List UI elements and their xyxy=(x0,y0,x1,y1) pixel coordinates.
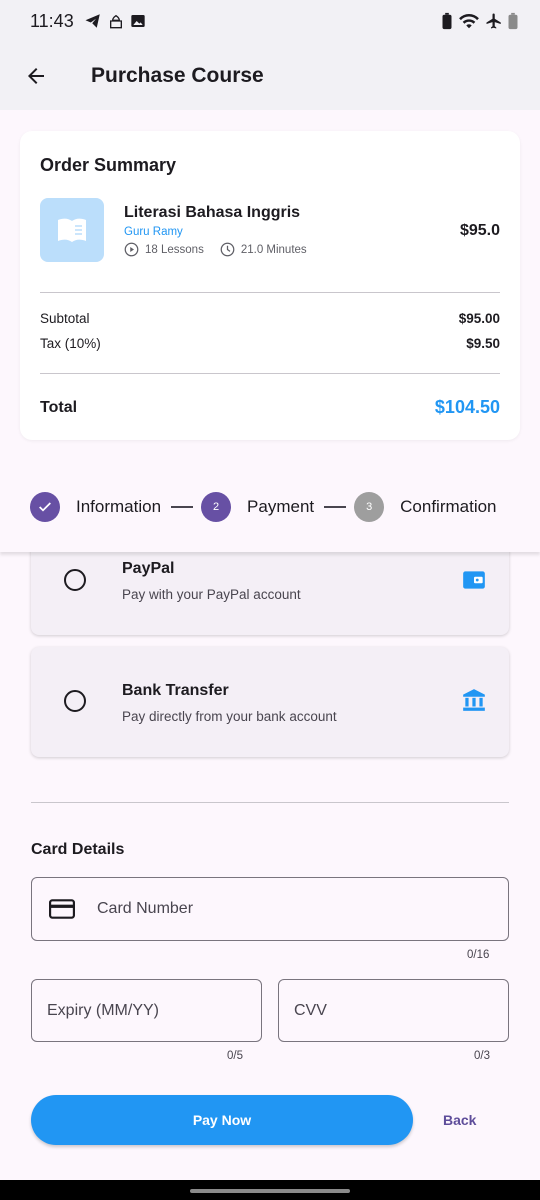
status-time: 11:43 xyxy=(30,10,74,31)
tax-value: $9.50 xyxy=(466,336,500,351)
order-summary-card: Order Summary Literasi Bahasa Inggris Gu… xyxy=(20,131,520,440)
telegram-icon xyxy=(85,14,100,28)
expiry-field[interactable]: Expiry (MM/YY) xyxy=(31,979,262,1042)
payment-option-bank-transfer[interactable]: Bank Transfer Pay directly from your ban… xyxy=(31,647,509,757)
cvv-counter: 0/3 xyxy=(474,1050,490,1062)
course-teacher: Guru Ramy xyxy=(124,226,183,238)
summary-divider xyxy=(40,373,500,374)
page-title: Purchase Course xyxy=(91,64,264,87)
course-price: $95.0 xyxy=(459,222,500,239)
check-icon xyxy=(39,502,51,512)
back-arrow-button[interactable] xyxy=(16,56,56,96)
card-number-counter: 0/16 xyxy=(467,949,490,961)
back-button[interactable]: Back xyxy=(443,1112,476,1128)
expiry-counter: 0/5 xyxy=(227,1050,243,1062)
clock-icon xyxy=(220,242,235,257)
paypal-subtitle: Pay with your PayPal account xyxy=(122,587,301,602)
course-thumbnail xyxy=(40,198,104,262)
pay-now-button[interactable]: Pay Now xyxy=(31,1095,413,1145)
subtotal-value: $95.00 xyxy=(458,311,500,326)
expiry-placeholder: Expiry (MM/YY) xyxy=(47,1001,159,1019)
book-icon xyxy=(58,218,86,242)
order-summary-title: Order Summary xyxy=(40,155,177,175)
subtotal-label: Subtotal xyxy=(40,311,90,326)
total-value: $104.50 xyxy=(434,397,500,417)
card-details-title: Card Details xyxy=(31,841,125,858)
home-gesture-handle[interactable] xyxy=(190,1189,350,1193)
card-number-field[interactable]: Card Number xyxy=(31,877,509,941)
arrow-back-icon xyxy=(28,68,44,84)
paypal-title: PayPal xyxy=(122,560,175,577)
step-1-completed[interactable] xyxy=(30,492,60,522)
step-1-label: Information xyxy=(76,497,162,516)
tax-label: Tax (10%) xyxy=(40,336,101,351)
mosque-icon xyxy=(109,14,122,29)
step-2-active[interactable]: 2 xyxy=(201,492,232,522)
app-bar: Purchase Course xyxy=(0,42,540,110)
battery-saver-icon xyxy=(442,12,452,30)
checkout-stepper: Information 2 Payment 3 Confirmation xyxy=(0,462,540,552)
credit-card-icon xyxy=(49,899,75,919)
battery-icon xyxy=(508,12,518,30)
system-nav-bar xyxy=(0,1180,540,1200)
course-meta: 18 Lessons 21.0 Minutes xyxy=(124,242,307,257)
wallet-icon xyxy=(463,571,485,589)
step-connector xyxy=(171,506,194,508)
step-connector xyxy=(324,506,347,508)
cvv-field[interactable]: CVV xyxy=(278,979,509,1042)
total-label: Total xyxy=(40,399,78,416)
play-circle-icon xyxy=(124,242,139,257)
step-2-label: Payment xyxy=(247,497,315,516)
cvv-placeholder: CVV xyxy=(294,1001,327,1019)
course-lessons: 18 Lessons xyxy=(145,243,204,256)
summary-divider xyxy=(40,292,500,293)
wifi-icon xyxy=(459,13,479,29)
card-number-placeholder: Card Number xyxy=(97,900,194,917)
paypal-radio[interactable] xyxy=(64,569,86,591)
image-icon xyxy=(131,15,145,27)
step-3-inactive[interactable]: 3 xyxy=(354,492,385,522)
bank-transfer-subtitle: Pay directly from your bank account xyxy=(122,709,337,724)
bank-transfer-radio[interactable] xyxy=(64,690,86,712)
bank-transfer-title: Bank Transfer xyxy=(122,682,229,699)
course-name: Literasi Bahasa Inggris xyxy=(124,204,301,221)
status-bar: 11:43 xyxy=(0,0,540,42)
step-3-label: Confirmation xyxy=(400,497,497,516)
section-divider xyxy=(31,802,509,803)
course-duration: 21.0 Minutes xyxy=(240,243,307,256)
bank-icon xyxy=(463,689,485,711)
airplane-icon xyxy=(486,13,501,29)
